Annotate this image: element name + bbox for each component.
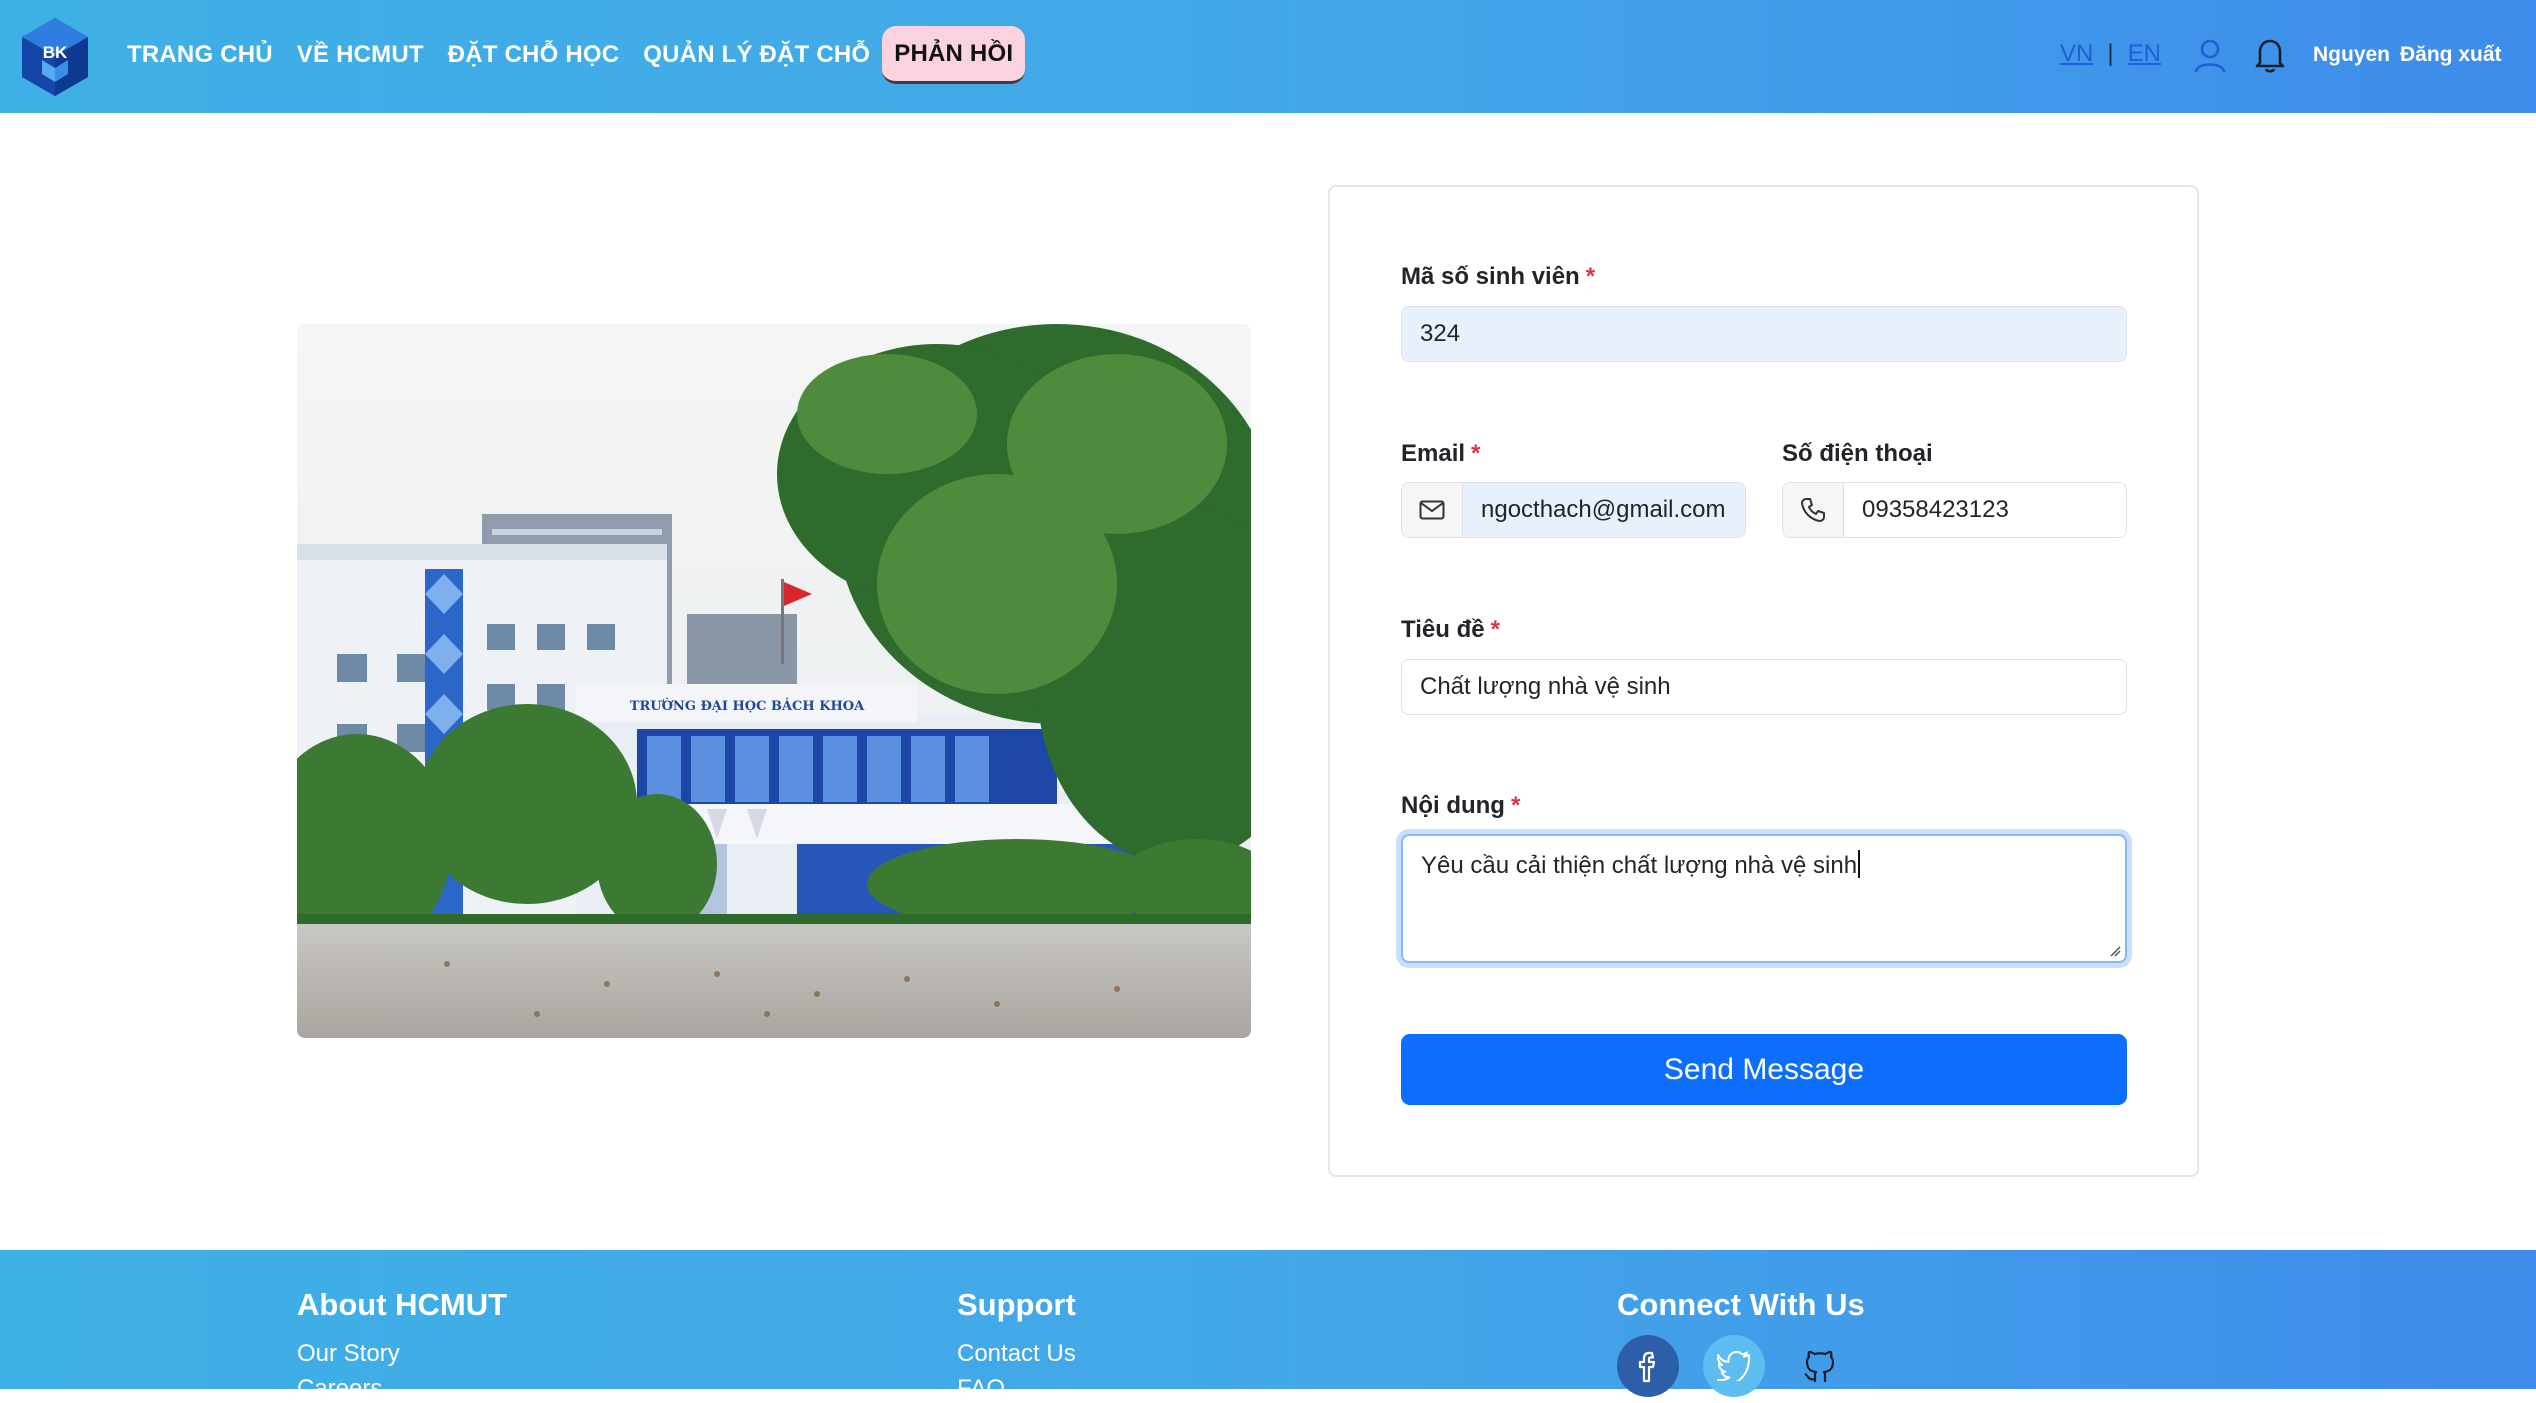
github-icon[interactable] xyxy=(1789,1335,1851,1397)
phone-field[interactable]: 09358423123 xyxy=(1782,482,2127,538)
phone-input[interactable]: 09358423123 xyxy=(1844,483,2126,537)
footer-about-heading: About HCMUT xyxy=(297,1287,508,1322)
lang-vn-link[interactable]: VN xyxy=(2060,40,2093,68)
title-label: Tiêu đề * xyxy=(1401,616,1500,643)
phone-icon xyxy=(1783,483,1844,537)
required-mark: * xyxy=(1471,440,1481,467)
main-nav: TRANG CHỦ VỀ HCMUT ĐẶT CHỖ HỌC QUẢN LÝ Đ… xyxy=(115,26,1026,84)
email-input[interactable]: ngocthach@gmail.com xyxy=(1463,483,1745,537)
student-id-input[interactable]: 324 xyxy=(1401,306,2127,362)
nav-manage-bookings[interactable]: QUẢN LÝ ĐẶT CHỖ xyxy=(631,26,882,84)
required-mark: * xyxy=(1585,263,1596,290)
nav-feedback[interactable]: PHẢN HỒI xyxy=(882,26,1026,84)
footer-link-our-story[interactable]: Our Story xyxy=(297,1340,400,1368)
svg-text:TRƯỜNG ĐẠI HỌC BÁCH KHOA: TRƯỜNG ĐẠI HỌC BÁCH KHOA xyxy=(630,697,865,714)
student-id-value: 324 xyxy=(1420,320,1461,347)
email-label: Email * xyxy=(1401,440,1481,467)
lang-en-link[interactable]: EN xyxy=(2128,40,2161,68)
twitter-icon[interactable] xyxy=(1703,1335,1765,1397)
footer-link-faq[interactable]: FAQ xyxy=(957,1375,1005,1403)
student-id-label: Mã số sinh viên * xyxy=(1401,263,1596,290)
text-caret xyxy=(1858,850,1861,878)
campus-photo: TRƯỜNG ĐẠI HỌC BÁCH KHOA xyxy=(297,324,1251,1038)
footer: About HCMUT Our Story Careers Support Co… xyxy=(0,1250,2536,1402)
language-switcher: VN | EN xyxy=(2060,40,2161,68)
envelope-icon xyxy=(1402,483,1463,537)
logout-link[interactable]: Đăng xuất xyxy=(2400,43,2502,67)
username: Nguyen xyxy=(2313,43,2391,66)
phone-label: Số điện thoại xyxy=(1782,440,1933,467)
user-icon[interactable] xyxy=(2193,38,2227,74)
resize-handle-icon[interactable] xyxy=(2109,945,2121,957)
bell-icon[interactable] xyxy=(2252,36,2288,74)
footer-link-careers[interactable]: Careers xyxy=(297,1375,382,1403)
footer-support-heading: Support xyxy=(957,1287,1076,1322)
title-input[interactable]: Chất lượng nhà vệ sinh xyxy=(1401,659,2127,715)
content-textarea[interactable]: Yêu cầu cải thiện chất lượng nhà vệ sinh xyxy=(1401,834,2127,963)
content-value: Yêu cầu cải thiện chất lượng nhà vệ sinh xyxy=(1421,852,1858,879)
bk-logo[interactable]: BK xyxy=(14,16,96,98)
content-label: Nội dung * xyxy=(1401,792,1521,819)
facebook-icon[interactable] xyxy=(1617,1335,1679,1397)
svg-text:BK: BK xyxy=(43,43,68,62)
email-field[interactable]: ngocthach@gmail.com xyxy=(1401,482,1746,538)
required-mark: * xyxy=(1490,616,1500,643)
send-message-button[interactable]: Send Message xyxy=(1401,1034,2127,1105)
title-value: Chất lượng nhà vệ sinh xyxy=(1420,673,1671,700)
footer-link-contact-us[interactable]: Contact Us xyxy=(957,1340,1076,1368)
nav-about[interactable]: VỀ HCMUT xyxy=(285,26,436,84)
top-navbar: BK TRANG CHỦ VỀ HCMUT ĐẶT CHỖ HỌC QUẢN L… xyxy=(0,0,2536,113)
footer-connect-heading: Connect With Us xyxy=(1617,1287,1865,1322)
lang-separator: | xyxy=(2107,40,2114,67)
nav-home[interactable]: TRANG CHỦ xyxy=(115,26,285,84)
nav-book-seat[interactable]: ĐẶT CHỖ HỌC xyxy=(436,26,632,84)
required-mark: * xyxy=(1510,792,1521,819)
